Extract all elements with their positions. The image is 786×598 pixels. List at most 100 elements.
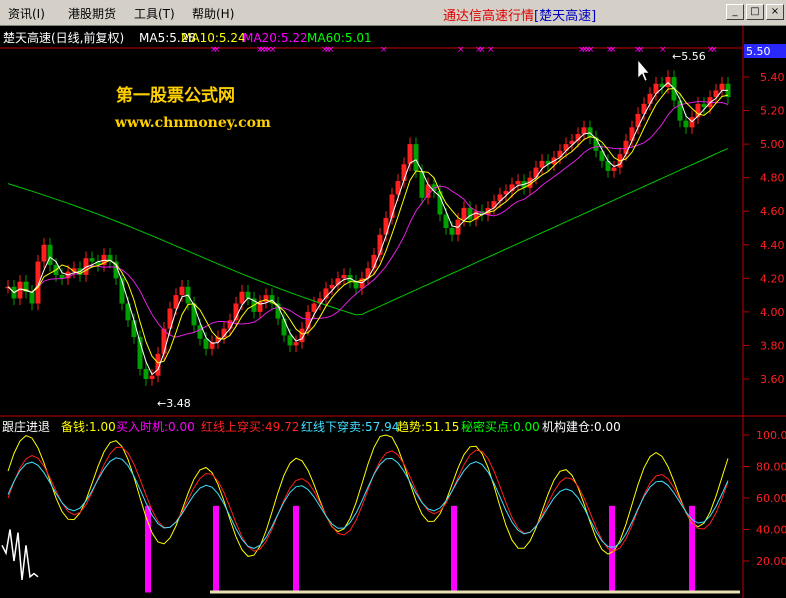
price-tick-label: 3.60: [760, 373, 785, 386]
current-price: 5.50: [746, 45, 771, 58]
menu-item-help[interactable]: 帮助(H): [192, 5, 234, 22]
cyan-line: [7, 457, 729, 549]
ma20-label: MA20:5.22: [243, 31, 308, 45]
indicator-value-trend: 趋势:51.15: [397, 420, 459, 434]
marker-cross-icon: ×: [710, 45, 718, 55]
candle-body: [467, 207, 473, 220]
signal-marker-row: ×× ××××× ××× × × ×× × ×××× ×× ×× × ××: [210, 45, 718, 55]
candle-body: [35, 261, 41, 304]
ma60-label: MA60:5.01: [307, 31, 372, 45]
price-tick-label: 4.00: [760, 306, 785, 319]
indicator-value-institution: 机构建仓:0.00: [542, 419, 621, 434]
menu-item-tools[interactable]: 工具(T): [134, 5, 175, 22]
ma10-label: MA10:5.24: [181, 31, 246, 45]
stock-chart-area[interactable]: 楚天高速(日线,前复权) MA5:5.28 MA10:5.24 MA20:5.2…: [0, 26, 786, 598]
marker-cross-icon: ×: [659, 45, 667, 55]
marker-cross-icon: ×: [269, 45, 277, 55]
indicator-tick-label: 20.00: [756, 555, 786, 568]
buy-signal-bars: [145, 505, 695, 593]
candle-body: [413, 144, 419, 171]
menu-bar: 资讯(I) 港股期货 工具(T) 帮助(H) 通达信高速行情[楚天高速] _ □ ×: [0, 0, 786, 26]
indicator-value-reserve: 备钱:1.00: [61, 419, 116, 434]
buy-signal-bar: [293, 505, 299, 593]
watermark-title: 第一股票公式网: [116, 85, 235, 106]
price-tick-label: 4.80: [760, 172, 785, 185]
candle-body: [311, 303, 317, 312]
app-title: 通达信高速行情[楚天高速]: [443, 5, 596, 24]
candle-body: [683, 120, 689, 128]
candle-body: [461, 207, 467, 220]
watermark-url: www.chnmoney.com: [114, 115, 271, 131]
reserve-line: [1, 529, 39, 580]
candle-body: [305, 311, 311, 329]
window-controls: _ □ ×: [724, 3, 784, 20]
candle-body: [515, 181, 521, 185]
indicator-tick-label: 100.0: [756, 429, 786, 442]
candle-body: [287, 335, 293, 346]
candle-body: [695, 103, 701, 118]
app-title-symbol: [楚天高速]: [534, 9, 597, 24]
menu-item-info[interactable]: 资讯(I): [8, 5, 45, 22]
marker-cross-icon: ×: [587, 45, 595, 55]
price-tick-label: 5.00: [760, 138, 785, 151]
price-axis-ticks: 5.40 5.20 5.00 4.80 4.60 4.40 4.20 4.00 3.80 3.60: [743, 71, 785, 386]
candle-body: [407, 144, 413, 165]
candle-body: [29, 291, 35, 304]
indicator-value-buy-timing: 买入时机:0.00: [116, 420, 195, 434]
candle-body: [383, 217, 389, 235]
mouse-cursor-icon: [637, 59, 650, 82]
indicator-value-secret-buy: 秘密买点:0.00: [461, 419, 540, 434]
price-tick-label: 5.40: [760, 71, 785, 84]
indicator-tick-label: 60.00: [756, 492, 786, 505]
indicator-header: 跟庄进退 备钱:1.00 买入时机:0.00 红线上穿买:49.72 红线下穿卖…: [2, 419, 621, 434]
ma20-line: [7, 100, 729, 338]
candle-body: [203, 338, 209, 349]
candle-body: [557, 150, 563, 158]
candle-body: [449, 228, 455, 235]
close-icon[interactable]: ×: [766, 4, 784, 20]
candle-body: [635, 113, 641, 128]
candle-body: [611, 167, 617, 171]
indicator-axis-ticks: 100.0 80.00 60.00 40.00 20.00: [743, 429, 786, 568]
marker-cross-icon: ×: [457, 45, 465, 55]
candle-body: [581, 127, 587, 135]
stock-label: 楚天高速(日线,前复权): [3, 30, 124, 45]
price-tick-label: 3.80: [760, 339, 785, 352]
candle-body: [239, 291, 245, 304]
candle-body: [179, 286, 185, 296]
minimize-icon[interactable]: _: [726, 4, 744, 20]
marker-cross-icon: ×: [380, 45, 388, 55]
candle-body: [491, 201, 497, 208]
candle-body: [341, 274, 347, 279]
candle-body: [143, 368, 149, 379]
indicator-tick-label: 40.00: [756, 524, 786, 537]
app-title-text: 通达信高速行情: [443, 9, 535, 24]
indicator-title: 跟庄进退: [2, 419, 50, 434]
marker-cross-icon: ×: [609, 45, 617, 55]
trend-line: [7, 434, 729, 557]
candle-body: [89, 258, 95, 262]
marker-cross-icon: ×: [637, 45, 645, 55]
marker-cross-icon: ×: [327, 45, 335, 55]
marker-cross-icon: ×: [487, 45, 495, 55]
indicator-value-red-cross-up: 红线上穿买:49.72: [201, 419, 299, 434]
candle-body: [41, 244, 47, 262]
candle-body: [587, 127, 593, 138]
buy-signal-bar: [145, 505, 151, 593]
marker-cross-icon: ×: [213, 45, 221, 55]
indicator-tick-label: 80.00: [756, 461, 786, 474]
price-tick-label: 4.20: [760, 272, 785, 285]
high-price-annotation: ←5.56: [672, 50, 706, 63]
price-tick-label: 5.20: [760, 105, 785, 118]
candle-body: [353, 281, 359, 289]
restore-icon[interactable]: □: [746, 4, 764, 20]
candle-body: [191, 303, 197, 326]
menu-item-hk-futures[interactable]: 港股期货: [68, 5, 116, 22]
candle-body: [719, 83, 725, 91]
candle-body: [131, 320, 137, 338]
indicator-value-red-cross-down: 红线下穿卖:57.94: [301, 419, 399, 434]
price-tick-label: 4.60: [760, 205, 785, 218]
candle-body: [533, 167, 539, 178]
marker-cross-icon: ×: [478, 45, 486, 55]
candle-body: [281, 318, 287, 336]
